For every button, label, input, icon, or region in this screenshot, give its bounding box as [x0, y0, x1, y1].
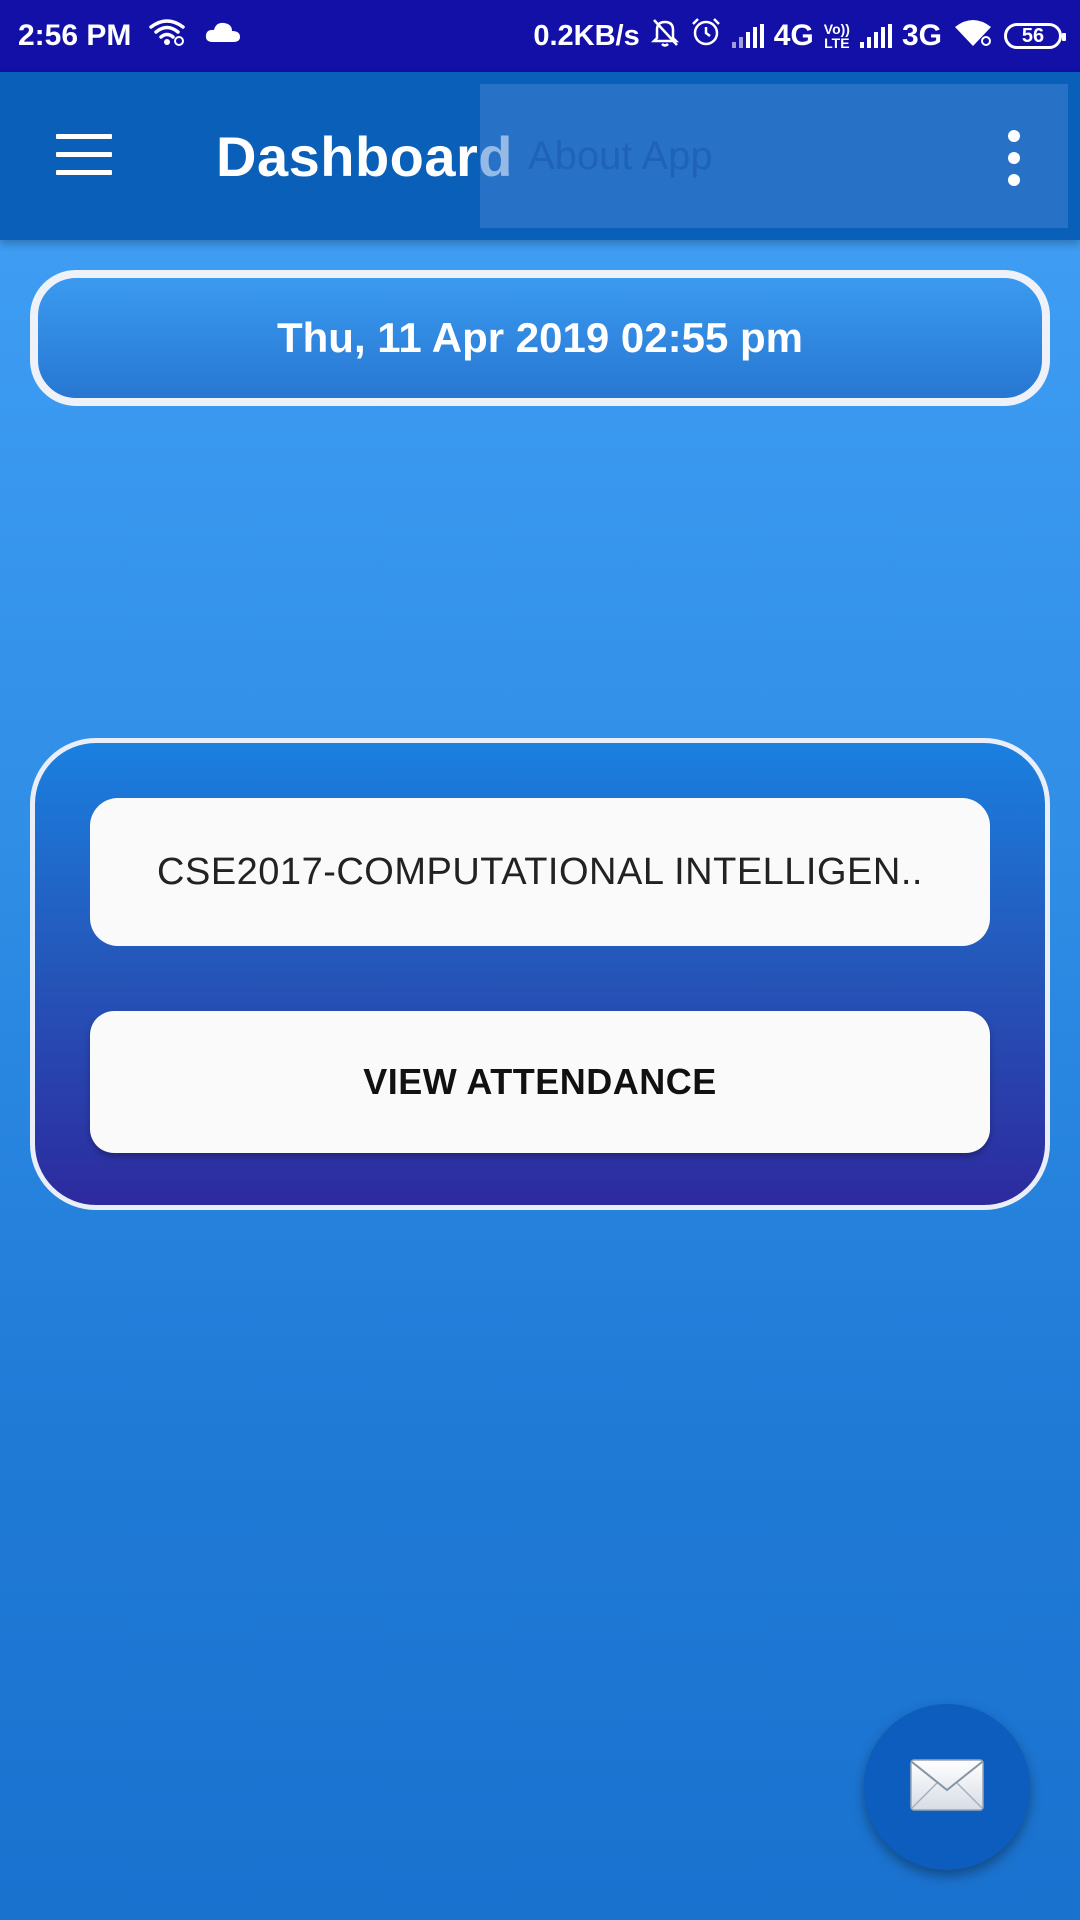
- view-attendance-label: VIEW ATTENDANCE: [363, 1061, 717, 1102]
- status-bar: 2:56 PM 0.2KB/s 4G Vo)) LTE 3G 56: [0, 0, 1080, 72]
- alarm-icon: [690, 16, 722, 56]
- volte-indicator: Vo)) LTE: [823, 21, 850, 51]
- app-bar: Dashboard About App: [0, 72, 1080, 240]
- course-name: CSE2017-COMPUTATIONAL INTELLIGEN..: [157, 850, 923, 893]
- network-type-1: 4G: [773, 19, 814, 52]
- wifi-icon: [952, 17, 994, 55]
- date-time-banner: Thu, 11 Apr 2019 02:55 pm: [30, 270, 1050, 406]
- status-right: 0.2KB/s 4G Vo)) LTE 3G 56: [533, 16, 1066, 56]
- mail-icon: [909, 1758, 985, 1817]
- view-attendance-button[interactable]: VIEW ATTENDANCE: [90, 1011, 990, 1153]
- net-speed: 0.2KB/s: [533, 19, 640, 52]
- status-time: 2:56 PM: [18, 19, 132, 52]
- menu-item-about-app[interactable]: About App: [528, 134, 713, 179]
- date-time-text: Thu, 11 Apr 2019 02:55 pm: [276, 314, 803, 361]
- bell-off-icon: [650, 16, 680, 56]
- signal-icon: [859, 24, 892, 48]
- overflow-menu-popup: About App: [480, 84, 1068, 228]
- network-type-2: 3G: [901, 19, 942, 52]
- mail-fab-button[interactable]: [864, 1704, 1030, 1870]
- cloud-icon: [203, 18, 243, 54]
- more-vert-icon[interactable]: [1000, 130, 1028, 186]
- battery-icon: 56: [1004, 23, 1066, 49]
- status-left: 2:56 PM: [18, 17, 243, 55]
- course-card: CSE2017-COMPUTATIONAL INTELLIGEN.. VIEW …: [30, 738, 1050, 1210]
- page-title: Dashboard: [216, 125, 513, 188]
- course-selector[interactable]: CSE2017-COMPUTATIONAL INTELLIGEN..: [90, 798, 990, 946]
- wifi-link-icon: [147, 17, 187, 55]
- battery-level: 56: [1021, 24, 1045, 47]
- signal-icon: [731, 24, 764, 48]
- menu-icon[interactable]: [56, 134, 112, 176]
